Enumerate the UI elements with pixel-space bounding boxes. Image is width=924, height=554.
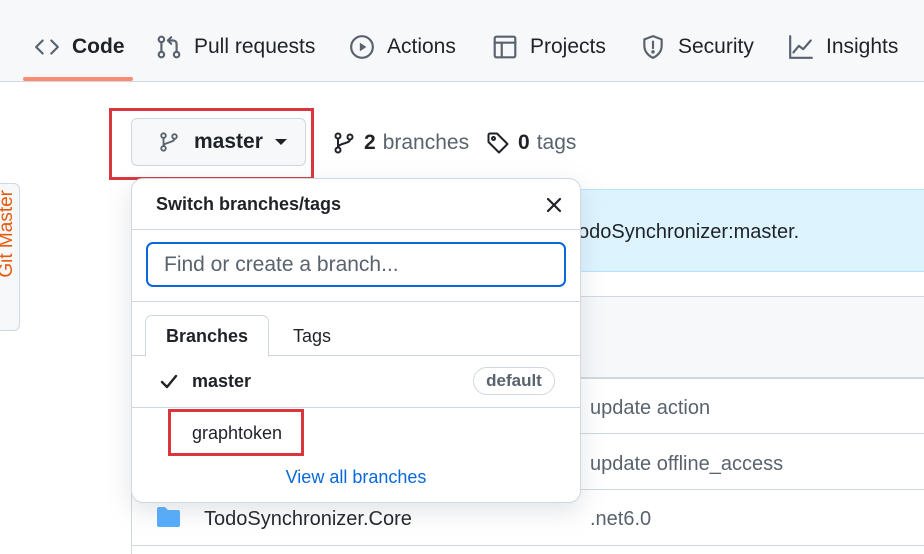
tab-pull-requests[interactable]: Pull requests: [156, 30, 315, 64]
commit-message[interactable]: update offline_access: [590, 453, 783, 476]
fork-banner-text: odoSynchronizer:master.: [578, 221, 800, 243]
tab-actions[interactable]: Actions: [349, 30, 456, 64]
tab-code[interactable]: Code: [34, 30, 125, 64]
commit-message[interactable]: update action: [590, 397, 710, 420]
tab-security-label: Security: [678, 35, 754, 58]
branches-count: 2: [364, 131, 376, 154]
tag-icon: [487, 132, 509, 154]
repo-nav: Code Pull requests Actions Projects Secu…: [0, 0, 924, 82]
close-icon: [546, 197, 562, 213]
tab-projects[interactable]: Projects: [492, 30, 606, 64]
tab-tags[interactable]: Tags: [272, 315, 352, 357]
folder-icon: [157, 507, 180, 527]
branch-item-master[interactable]: master default: [132, 356, 580, 407]
highlight-box-graphtoken: [168, 409, 304, 456]
graph-icon: [789, 35, 813, 59]
git-master-label: Git Master: [0, 190, 17, 278]
tags-label: tags: [536, 131, 577, 154]
branches-label: branches: [382, 131, 470, 154]
tab-pull-requests-label: Pull requests: [194, 35, 316, 58]
folder-name-link[interactable]: TodoSynchronizer.Core: [204, 508, 412, 531]
branch-name: master: [192, 371, 252, 391]
active-tab-underline: [23, 77, 133, 81]
table-icon: [493, 35, 517, 59]
dropdown-title: Switch branches/tags: [156, 194, 342, 214]
tab-security[interactable]: Security: [640, 30, 754, 64]
highlight-box-branch-selector: [109, 108, 314, 180]
divider: [132, 301, 580, 302]
tab-insights[interactable]: Insights: [788, 30, 898, 64]
tags-count: 0: [518, 131, 530, 154]
divider: [132, 229, 580, 230]
git-master-side-tab[interactable]: Git Master: [0, 183, 20, 331]
default-badge: default: [473, 367, 555, 395]
tags-link[interactable]: 0 tags: [486, 128, 576, 158]
latest-commit-bar: [575, 296, 924, 378]
code-icon: [35, 39, 59, 55]
view-all-branches-link[interactable]: View all branches: [132, 467, 580, 488]
file-row-divider: [131, 545, 924, 546]
check-icon: [159, 371, 179, 391]
play-circle-icon: [350, 35, 374, 59]
tab-insights-label: Insights: [826, 35, 899, 58]
tab-projects-label: Projects: [530, 35, 606, 58]
commit-message[interactable]: .net6.0: [590, 508, 651, 531]
branches-link[interactable]: 2 branches: [332, 128, 469, 158]
tab-code-label: Code: [72, 35, 125, 58]
branch-search-input[interactable]: [146, 242, 566, 287]
git-branch-icon: [334, 132, 354, 154]
pull-request-icon: [157, 35, 181, 59]
tab-branches[interactable]: Branches: [145, 315, 269, 357]
file-list-border: [131, 489, 132, 554]
shield-icon: [643, 35, 663, 59]
close-button[interactable]: [544, 195, 564, 215]
tab-actions-label: Actions: [387, 35, 456, 58]
